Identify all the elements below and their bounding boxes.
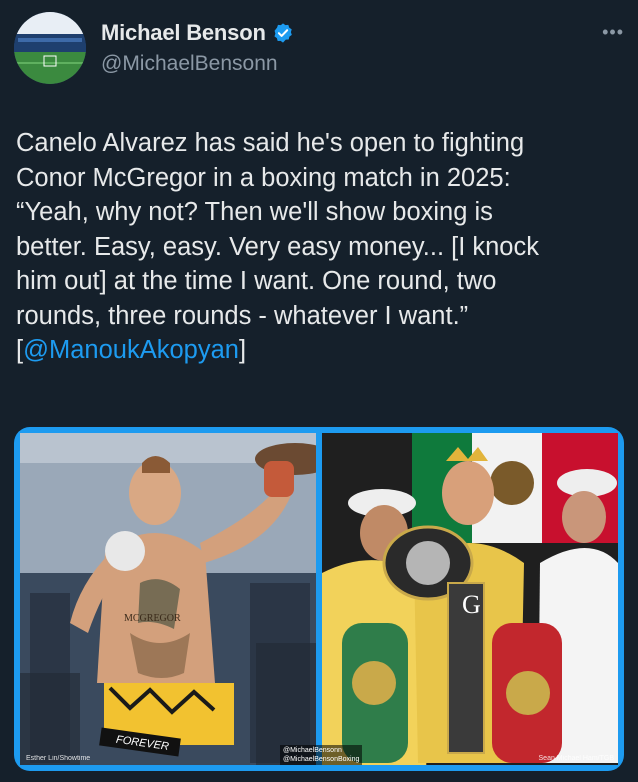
champion-belts-illustration: G <box>322 433 618 765</box>
tweet-body-end: ] <box>238 336 247 364</box>
watermark-twitter: @MichaelBensonn <box>283 747 342 754</box>
author-name-row: Michael Benson <box>101 20 294 46</box>
tweet-text: Canelo Alvarez has said he's open to fig… <box>16 126 616 368</box>
media-image-left[interactable]: FOREVER MCGREGOR Esther Lin/Showtime <box>20 433 316 765</box>
tweet-body: Canelo Alvarez has said he's open to fig… <box>16 129 539 364</box>
stadium-avatar-icon <box>14 12 86 84</box>
watermark-instagram: @MichaelBensonBoxing <box>283 756 360 763</box>
more-options-icon[interactable]: ••• <box>602 22 624 43</box>
author-handle[interactable]: @MichaelBensonn <box>101 52 278 76</box>
right-image-credit: Sean Michael Ham/TGB <box>538 755 614 762</box>
author-avatar[interactable] <box>14 12 86 84</box>
tattoo-text: MCGREGOR <box>124 613 181 624</box>
watermark: @MichaelBensonn @MichaelBensonBoxing <box>280 745 363 765</box>
tweet-media[interactable]: FOREVER MCGREGOR Esther Lin/Showtime G S… <box>14 427 624 771</box>
author-display-name[interactable]: Michael Benson <box>101 20 266 46</box>
media-image-right[interactable]: G Sean Michael Ham/TGB <box>322 433 618 765</box>
verified-badge-icon <box>272 22 294 44</box>
left-image-credit: Esther Lin/Showtime <box>26 755 91 762</box>
mention-link[interactable]: @ManoukAkopyan <box>23 336 239 364</box>
fighter-training-illustration: FOREVER MCGREGOR <box>20 433 316 765</box>
belt-text: G <box>462 590 481 619</box>
